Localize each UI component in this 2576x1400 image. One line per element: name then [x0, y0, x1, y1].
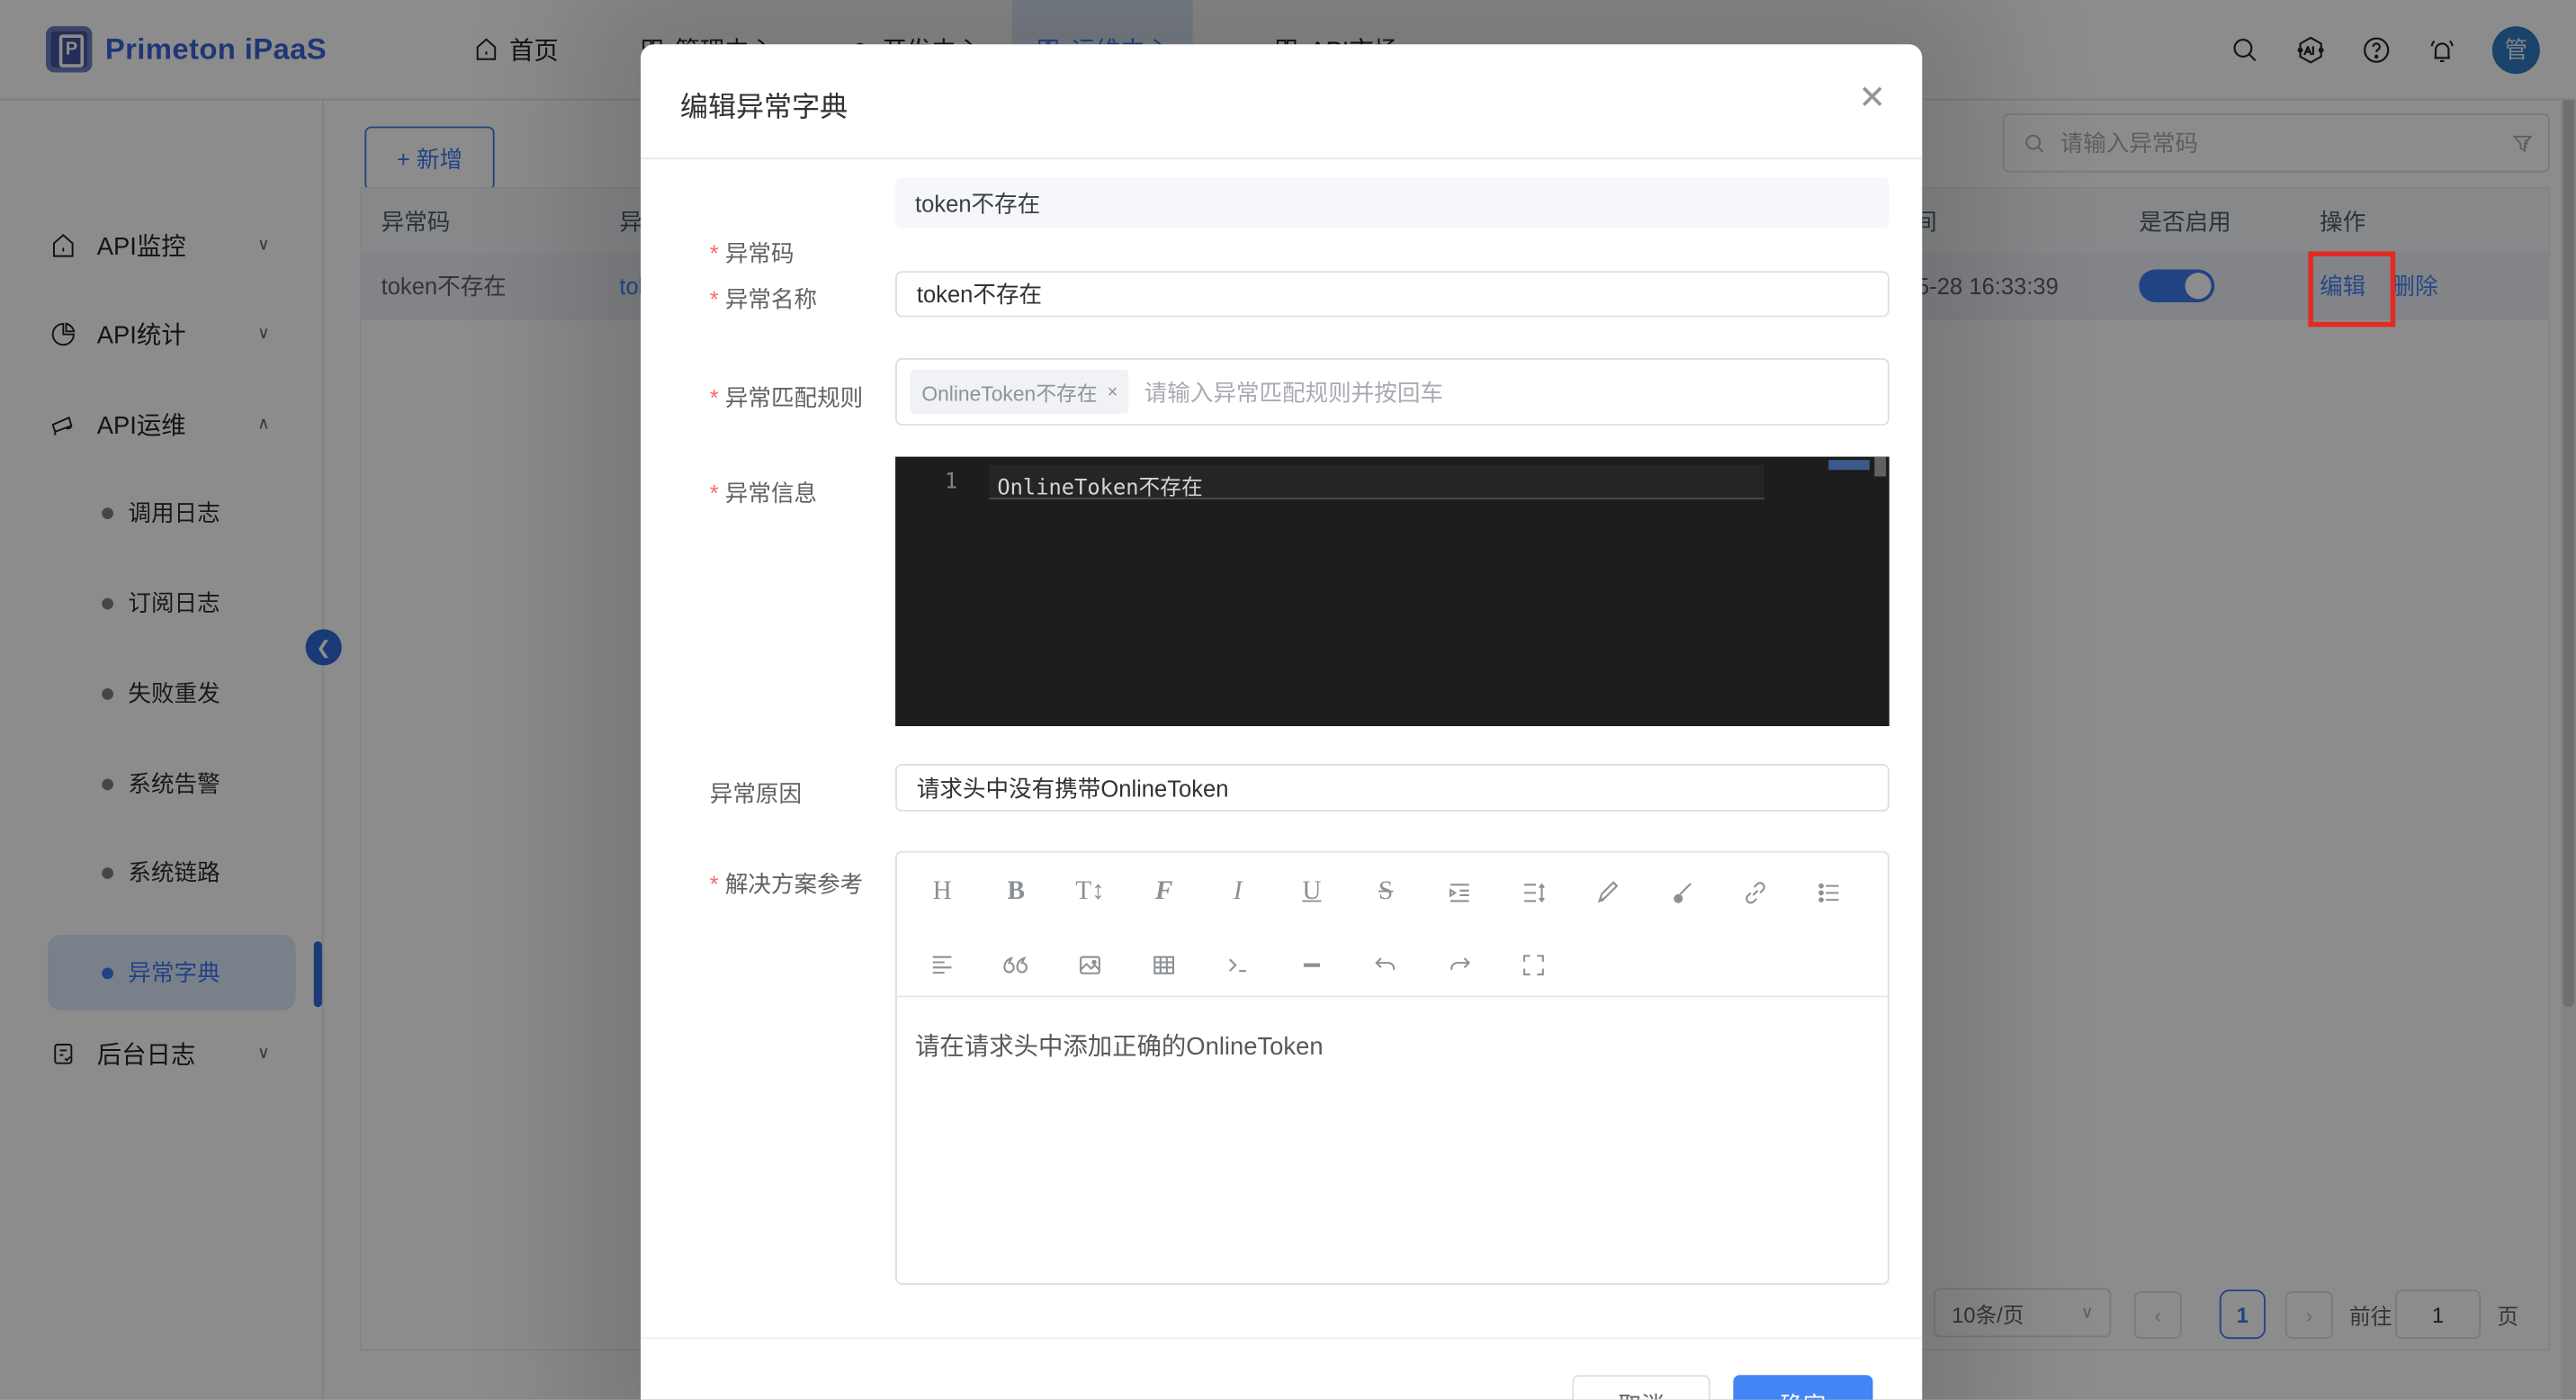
field-label-solution: 解决方案参考: [710, 867, 863, 901]
confirm-button[interactable]: 确定: [1733, 1375, 1872, 1399]
horizontal-rule-icon[interactable]: [1297, 948, 1328, 982]
undo-icon[interactable]: [1370, 948, 1402, 982]
redo-icon[interactable]: [1444, 948, 1476, 982]
field-label-reason: 异常原因: [710, 777, 802, 811]
terminal-icon[interactable]: [1222, 948, 1253, 982]
underline-icon[interactable]: U: [1297, 875, 1328, 909]
font-size-icon[interactable]: T↕: [1074, 875, 1106, 909]
italic-icon[interactable]: I: [1222, 875, 1253, 909]
rule-input[interactable]: OnlineToken不存在 × 请输入异常匹配规则并按回车: [895, 358, 1889, 426]
code-editor[interactable]: 1 OnlineToken不存在: [895, 457, 1889, 726]
line-number: 1: [945, 470, 957, 494]
font-family-icon[interactable]: F: [1148, 875, 1180, 909]
heading-icon[interactable]: H: [927, 875, 958, 909]
dialog-footer: 取消 确定: [641, 1337, 1922, 1399]
tag-remove-icon[interactable]: ×: [1108, 382, 1118, 402]
fullscreen-icon[interactable]: [1518, 948, 1549, 982]
dialog-header: 编辑异常字典 ✕: [641, 44, 1922, 159]
line-height-icon[interactable]: [1518, 875, 1549, 909]
dialog-title: 编辑异常字典: [680, 84, 848, 125]
field-label-name: 异常名称: [710, 283, 817, 316]
solution-content[interactable]: 请在请求头中添加正确的OnlineToken: [915, 1028, 1324, 1063]
code-input: token不存在: [895, 177, 1889, 229]
rich-toolbar: H B T↕ F I U S: [897, 853, 1888, 998]
link-icon[interactable]: [1740, 875, 1772, 909]
field-label-rule: 异常匹配规则: [710, 381, 863, 415]
image-icon[interactable]: [1074, 948, 1106, 982]
edit-exception-dialog: 编辑异常字典 ✕ 异常码 token不存在 异常名称 token不存在 异常匹配…: [641, 44, 1922, 1399]
indent-icon[interactable]: [1444, 875, 1476, 909]
annotation-highlight-box: [2308, 251, 2395, 327]
rule-tag-text: OnlineToken不存在: [921, 376, 1097, 408]
reason-input[interactable]: 请求头中没有携带OnlineToken: [895, 764, 1889, 812]
rule-placeholder: 请输入异常匹配规则并按回车: [1144, 375, 1443, 408]
bold-icon[interactable]: B: [1001, 875, 1032, 909]
app-root: P Primeton iPaaS 首页 管理中心 开发中心 运维中心 API市场…: [0, 0, 2576, 1400]
quote-icon[interactable]: [1001, 948, 1032, 982]
field-label-info: 异常信息: [710, 477, 817, 510]
strikethrough-icon[interactable]: S: [1370, 875, 1402, 909]
align-icon[interactable]: [927, 948, 958, 982]
editor-scrollbar-thumb[interactable]: [1874, 457, 1886, 477]
name-input[interactable]: token不存在: [895, 271, 1889, 317]
table-icon[interactable]: [1148, 948, 1180, 982]
brush-icon[interactable]: [1665, 875, 1697, 909]
cancel-button[interactable]: 取消: [1572, 1375, 1710, 1399]
rich-text-editor: H B T↕ F I U S: [895, 851, 1889, 1285]
rule-tag: OnlineToken不存在 ×: [911, 370, 1130, 414]
minimap: [1828, 460, 1870, 470]
pen-icon[interactable]: [1592, 875, 1623, 909]
code-line: OnlineToken不存在: [997, 470, 1202, 501]
field-label-code: 异常码: [710, 237, 794, 270]
bullet-list-icon[interactable]: [1814, 875, 1845, 909]
close-icon[interactable]: ✕: [1859, 77, 1887, 119]
